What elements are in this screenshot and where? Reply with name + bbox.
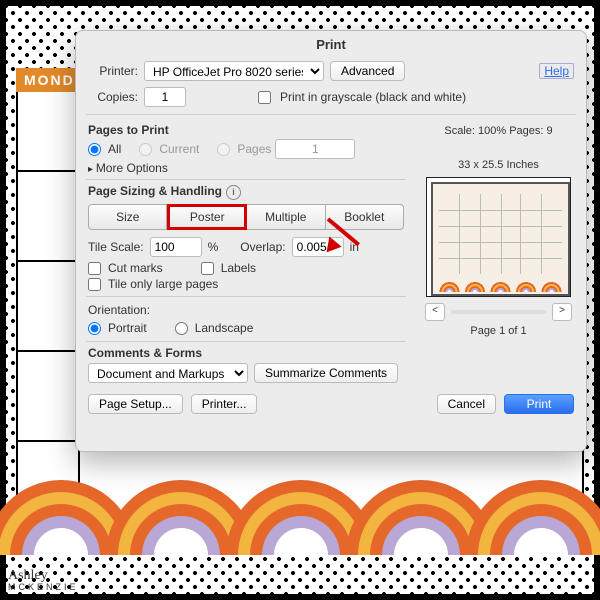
seg-multiple[interactable]: Multiple [247,204,325,230]
comments-title: Comments & Forms [76,346,416,360]
print-dialog: Print Printer: HP OfficeJet Pro 8020 ser… [75,30,587,452]
copies-label: Copies: [88,90,138,104]
landscape-radio[interactable] [175,322,188,335]
tile-only-checkbox[interactable] [88,278,101,291]
prev-page-button[interactable]: < [425,303,445,321]
scale-pages-text: Scale: 100% Pages: 9 [421,125,576,137]
copies-input[interactable] [144,87,186,107]
pages-input[interactable] [275,139,355,159]
sizing-segmented-control: Size Poster Multiple Booklet [76,200,416,234]
print-preview [426,177,571,297]
labels-checkbox[interactable] [201,262,214,275]
preview-dims: 33 x 25.5 Inches [421,159,576,171]
summarize-button[interactable]: Summarize Comments [254,363,398,383]
next-page-button[interactable]: > [552,303,572,321]
cancel-button[interactable]: Cancel [437,394,496,414]
pages-to-print-title: Pages to Print [76,123,416,137]
help-link[interactable]: Help [539,63,574,79]
cut-marks-checkbox[interactable] [88,262,101,275]
current-radio[interactable] [139,143,152,156]
printer-label: Printer: [88,64,138,78]
print-button[interactable]: Print [504,394,574,414]
all-radio[interactable] [88,143,101,156]
pages-radio[interactable] [217,143,230,156]
seg-poster[interactable]: Poster [167,204,247,230]
orientation-label: Orientation: [88,303,150,317]
dialog-title: Print [76,31,586,58]
watermark: Ashley MCKENZIE [8,569,79,592]
grayscale-checkbox[interactable] [258,91,271,104]
printer-settings-button[interactable]: Printer... [191,394,258,414]
comments-select[interactable]: Document and Markups [88,363,248,383]
seg-booklet[interactable]: Booklet [326,204,404,230]
seg-size[interactable]: Size [88,204,167,230]
more-options-disclosure[interactable]: More Options [76,161,416,175]
page-indicator: Page 1 of 1 [421,325,576,337]
printer-select[interactable]: HP OfficeJet Pro 8020 series [144,61,324,81]
sizing-title: Page Sizing & Handlingi [76,184,416,200]
grayscale-label: Print in grayscale (black and white) [280,90,466,104]
advanced-button[interactable]: Advanced [330,61,405,81]
tile-scale-input[interactable] [150,237,202,257]
tile-scale-label: Tile Scale: [88,240,144,254]
overlap-input[interactable] [292,237,344,257]
rainbow-border [0,480,600,590]
info-icon[interactable]: i [226,185,241,200]
portrait-radio[interactable] [88,322,101,335]
page-setup-button[interactable]: Page Setup... [88,394,183,414]
overlap-label: Overlap: [240,240,285,254]
page-slider[interactable] [451,310,546,314]
